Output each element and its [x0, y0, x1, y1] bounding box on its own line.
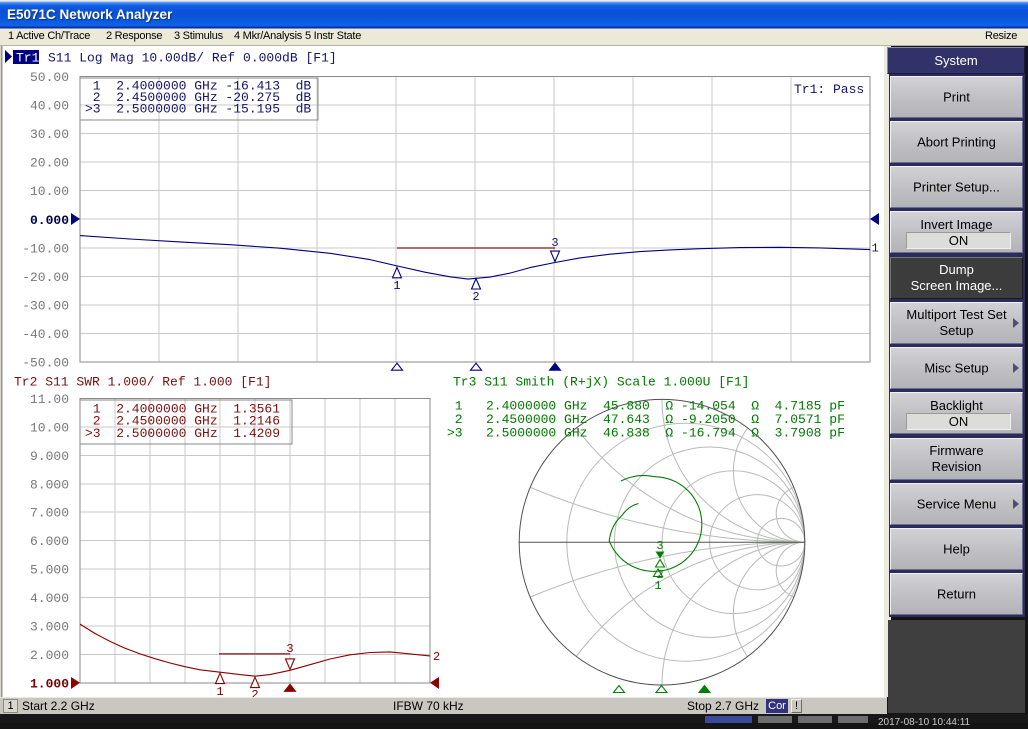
svg-text:Tr1: Pass: Tr1: Pass	[794, 82, 864, 97]
svg-text:2.000: 2.000	[30, 648, 69, 663]
svg-text:>3 2.5000000 GHz 1.4209: >3 2.5000000 GHz 1.4209	[85, 426, 280, 441]
svg-text:>3 2.5000000 GHz -15.195 dB: >3 2.5000000 GHz -15.195 dB	[85, 102, 311, 117]
svg-text:1: 1	[393, 279, 400, 293]
svg-text:0.000: 0.000	[30, 213, 69, 228]
svg-text:2: 2	[433, 650, 440, 664]
svg-text:-40.00: -40.00	[22, 327, 69, 342]
svg-text:S11 Log Mag 10.00dB/ Ref 0.000: S11 Log Mag 10.00dB/ Ref 0.000dB [F1]	[48, 51, 337, 66]
svg-text:5.000: 5.000	[30, 563, 69, 578]
svg-text:Tr3 S11 Smith (R+jX) Scale 1.0: Tr3 S11 Smith (R+jX) Scale 1.000U [F1]	[453, 375, 749, 390]
svg-text:30.00: 30.00	[30, 127, 69, 142]
svg-text:1.000: 1.000	[30, 676, 69, 691]
svg-text:4.000: 4.000	[30, 591, 69, 606]
svg-text:7.000: 7.000	[30, 506, 69, 521]
svg-text:10.00: 10.00	[30, 184, 69, 199]
svg-text:-20.00: -20.00	[22, 270, 69, 285]
svg-text:11.00: 11.00	[30, 392, 69, 407]
svg-text:6.000: 6.000	[30, 534, 69, 549]
svg-text:Tr1: Tr1	[16, 51, 40, 66]
svg-text:3: 3	[551, 236, 558, 250]
svg-text:10.00: 10.00	[30, 420, 69, 435]
svg-text:>3 2.5000000 GHz 46.838 Ω: >3 2.5000000 GHz 46.838 Ω -16.794 Ω 3.79…	[447, 426, 845, 441]
svg-text:2: 2	[251, 688, 258, 697]
svg-text:40.00: 40.00	[30, 99, 69, 114]
svg-text:9.000: 9.000	[30, 449, 69, 464]
svg-text:50.00: 50.00	[30, 70, 69, 85]
svg-text:1: 1	[872, 242, 879, 256]
svg-text:3: 3	[286, 642, 293, 656]
svg-text:3: 3	[656, 539, 663, 553]
svg-text:2: 2	[472, 290, 479, 304]
svg-text:-30.00: -30.00	[22, 298, 69, 313]
svg-text:Tr2 S11 SWR 1.000/ Ref 1.000 [: Tr2 S11 SWR 1.000/ Ref 1.000 [F1]	[14, 375, 271, 390]
svg-text:1: 1	[216, 685, 223, 697]
svg-text:-10.00: -10.00	[22, 241, 69, 256]
svg-text:-50.00: -50.00	[22, 356, 69, 371]
svg-text:1: 1	[654, 579, 661, 593]
svg-text:3.000: 3.000	[30, 619, 69, 634]
svg-text:20.00: 20.00	[30, 156, 69, 171]
svg-text:8.000: 8.000	[30, 477, 69, 492]
